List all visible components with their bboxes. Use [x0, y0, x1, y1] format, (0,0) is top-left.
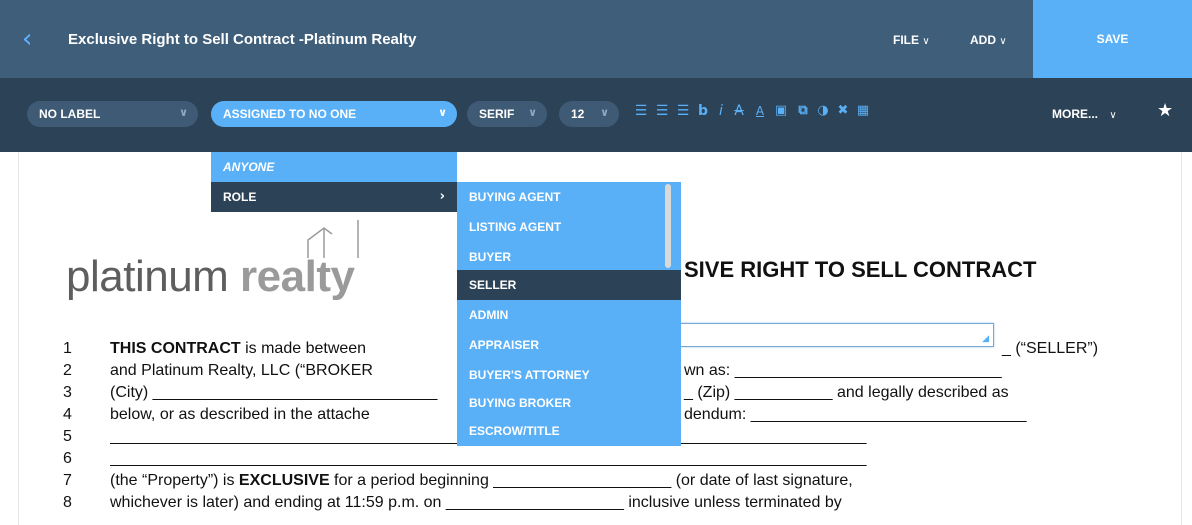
assign-dropdown-menu: ANYONE ROLE ›: [211, 152, 457, 212]
logo-word-realty: realty: [240, 252, 355, 301]
file-menu-label: FILE: [893, 33, 919, 47]
assign-select-value: ASSIGNED TO NO ONE: [223, 107, 357, 121]
label-select[interactable]: NO LABEL ∨: [27, 101, 198, 127]
chevron-down-icon: ∨: [528, 106, 537, 119]
contract-text: for a period beginning _________________…: [329, 472, 853, 489]
star-icon[interactable]: ★: [1157, 100, 1173, 121]
contract-line-4: below, or as described in the attache: [110, 406, 370, 423]
seller-name-field[interactable]: ◢: [676, 323, 994, 347]
contract-bold-text: THIS CONTRACT: [110, 340, 241, 357]
contract-bold-text: EXCLUSIVE: [238, 472, 330, 489]
contract-line-3-end: _ (Zip) ___________ and legally describe…: [684, 384, 1009, 401]
contract-line-4-end: dendum: _______________________________: [684, 406, 1027, 423]
font-select-value: SERIF: [479, 107, 515, 121]
line-number: 6: [63, 450, 72, 467]
add-menu-button[interactable]: ADD ∨: [970, 33, 1007, 47]
role-option[interactable]: BUYER'S ATTORNEY: [457, 360, 681, 390]
role-submenu-scrollbar[interactable]: [665, 184, 671, 268]
bold-icon[interactable]: b: [695, 100, 711, 122]
contract-line-2: and Platinum Realty, LLC (“BROKER: [110, 362, 373, 379]
chevron-right-icon: ›: [439, 189, 445, 204]
chevron-down-icon: ∨: [922, 36, 930, 47]
line-number: 5: [63, 428, 72, 445]
contract-line-3: (City) ________________________________: [110, 384, 438, 401]
contract-heading: SIVE RIGHT TO SELL CONTRACT: [684, 257, 1037, 282]
contract-line-1-end: _ (“SELLER”): [1002, 340, 1099, 357]
calculator-icon[interactable]: ▦: [854, 100, 872, 122]
role-option-selected[interactable]: SELLER: [457, 270, 681, 300]
role-option[interactable]: BUYER: [457, 242, 681, 272]
underline-icon[interactable]: A: [752, 100, 768, 122]
role-option[interactable]: BUYING AGENT: [457, 182, 681, 212]
align-right-icon[interactable]: ☰: [674, 100, 692, 122]
contract-text: (the “Property”) is: [110, 472, 239, 489]
label-select-value: NO LABEL: [39, 107, 101, 121]
chevron-down-icon: ∨: [999, 36, 1007, 47]
chevron-down-icon: ∨: [600, 106, 609, 119]
contract-line-6: ________________________________________…: [110, 450, 867, 467]
line-number: 4: [63, 406, 72, 423]
role-option[interactable]: ADMIN: [457, 300, 681, 330]
contract-line-1: THIS CONTRACT is made between: [110, 340, 366, 358]
save-button[interactable]: SAVE: [1033, 0, 1192, 78]
role-option[interactable]: LISTING AGENT: [457, 212, 681, 242]
assign-option-anyone[interactable]: ANYONE: [211, 152, 457, 182]
logo-word-platinum: platinum: [66, 252, 241, 301]
more-label: MORE...: [1052, 107, 1099, 121]
platinum-realty-logo: platinum realty: [66, 252, 355, 302]
italic-icon[interactable]: i: [714, 100, 728, 122]
assign-select[interactable]: ASSIGNED TO NO ONE ∨: [211, 101, 457, 127]
top-bar: ‹ Exclusive Right to Sell Contract -Plat…: [0, 0, 1192, 78]
contract-line-7: (the “Property”) is EXCLUSIVE for a peri…: [110, 472, 853, 490]
back-icon[interactable]: ‹: [22, 26, 42, 52]
format-toolbar: NO LABEL ∨ ASSIGNED TO NO ONE ∨ SERIF ∨ …: [0, 78, 1192, 152]
line-number: 2: [63, 362, 72, 379]
chevron-down-icon: ∨: [438, 106, 447, 119]
stamp-icon[interactable]: ▣: [772, 100, 790, 122]
contract-line-2-end: wn as: ______________________________: [684, 362, 1002, 379]
assign-option-role[interactable]: ROLE ›: [211, 182, 457, 212]
more-menu-button[interactable]: MORE... ∨: [1052, 107, 1117, 121]
line-number: 8: [63, 494, 72, 511]
align-center-icon[interactable]: ☰: [653, 100, 671, 122]
copy-icon[interactable]: ⧉: [794, 100, 812, 122]
resize-handle-icon[interactable]: ◢: [982, 333, 989, 344]
delete-icon[interactable]: ✖: [834, 100, 852, 122]
assign-option-role-label: ROLE: [223, 190, 257, 204]
align-left-icon[interactable]: ☰: [632, 100, 650, 122]
line-number: 1: [63, 340, 72, 357]
role-option[interactable]: ESCROW/TITLE: [457, 416, 681, 446]
line-number: 7: [63, 472, 72, 489]
role-option[interactable]: APPRAISER: [457, 330, 681, 360]
chevron-down-icon: ∨: [179, 106, 188, 119]
contract-line-8: whichever is later) and ending at 11:59 …: [110, 494, 842, 511]
contrast-icon[interactable]: ◑: [814, 100, 832, 122]
chevron-down-icon: ∨: [1109, 110, 1117, 121]
file-menu-button[interactable]: FILE ∨: [893, 33, 930, 47]
font-select[interactable]: SERIF ∨: [467, 101, 547, 127]
font-size-select[interactable]: 12 ∨: [559, 101, 619, 127]
line-number: 3: [63, 384, 72, 401]
font-size-value: 12: [571, 107, 585, 121]
strikethrough-icon[interactable]: A: [730, 100, 748, 122]
contract-text: is made between: [240, 340, 367, 357]
document-title: Exclusive Right to Sell Contract -Platin…: [68, 31, 417, 48]
role-submenu: BUYING AGENT LISTING AGENT BUYER SELLER …: [457, 182, 681, 446]
role-option[interactable]: BUYING BROKER: [457, 388, 681, 418]
add-menu-label: ADD: [970, 33, 996, 47]
